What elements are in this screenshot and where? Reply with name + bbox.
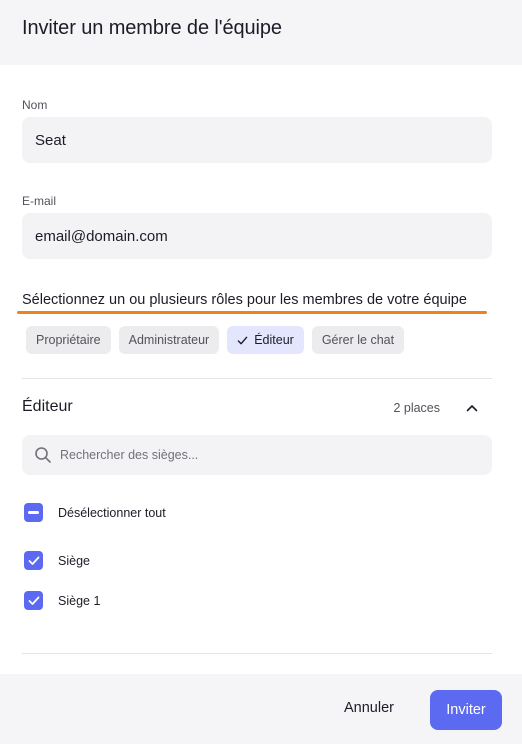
seat-checkbox[interactable]: Siège [24,551,90,570]
name-label: Nom [22,98,48,112]
search-icon [35,447,51,463]
collapse-button[interactable] [462,398,482,418]
divider [22,378,492,379]
highlight-underline [17,311,487,314]
deselect-all-label: Désélectionner tout [58,505,166,520]
invite-button[interactable]: Inviter [430,690,502,730]
email-label: E-mail [22,194,57,208]
cancel-button[interactable]: Annuler [344,700,394,716]
name-input[interactable] [22,117,492,163]
divider [22,653,492,654]
seat-search [22,435,492,475]
seat-label: Siège 1 [58,593,101,608]
role-chip-proprietaire[interactable]: Propriétaire [26,326,111,354]
role-chip-label: Propriétaire [36,333,101,347]
role-chips: Propriétaire Administrateur Éditeur Gére… [26,326,405,354]
dialog-title: Inviter un membre de l'équipe [22,17,282,39]
roles-heading: Sélectionnez un ou plusieurs rôles pour … [22,292,467,308]
check-icon [237,336,248,344]
dialog-header: Inviter un membre de l'équipe [0,0,522,65]
role-chip-gerer-le-chat[interactable]: Gérer le chat [311,326,405,354]
role-chip-label: Gérer le chat [321,333,395,347]
seat-label: Siège [58,553,90,568]
section-title: Éditeur [22,398,73,415]
seat-1-checkbox[interactable]: Siège 1 [24,591,100,610]
places-count: 2 places [393,401,440,415]
checkbox-checked-icon [24,591,43,610]
role-chip-administrateur[interactable]: Administrateur [118,326,220,354]
seat-search-input[interactable] [60,435,480,475]
minus-checkbox-icon [24,503,43,522]
role-chip-label: Éditeur [254,333,294,347]
checkbox-checked-icon [24,551,43,570]
role-chip-editeur[interactable]: Éditeur [227,326,304,354]
deselect-all-checkbox[interactable]: Désélectionner tout [24,503,166,522]
dialog-footer: Annuler Inviter [0,674,522,744]
role-chip-label: Administrateur [128,333,210,347]
email-input[interactable] [22,213,492,259]
chevron-up-icon [466,405,478,412]
